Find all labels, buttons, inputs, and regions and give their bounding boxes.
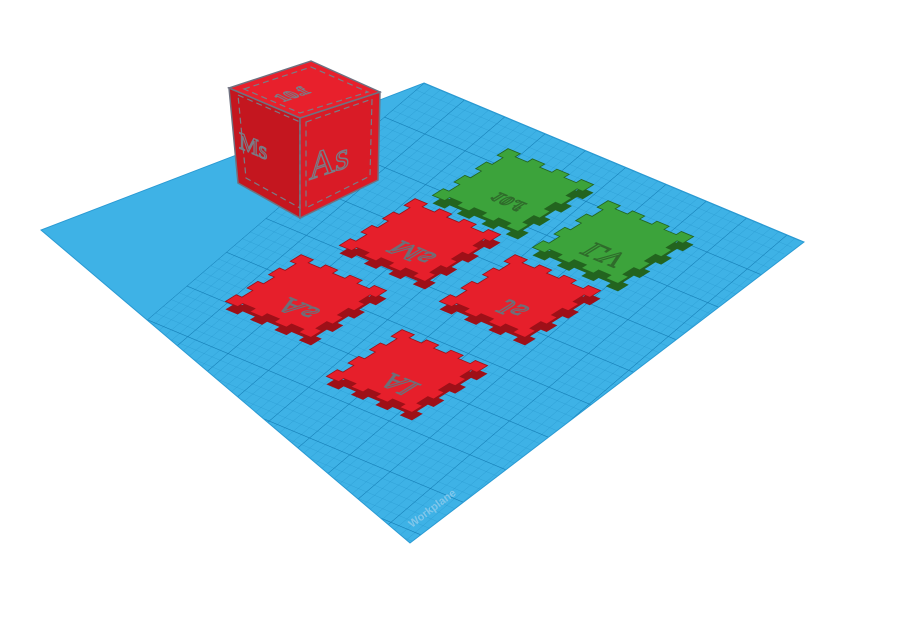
workplane-scene[interactable]: Workplane AsMsAlJs10.fLV 10.f Ms As <box>0 0 900 640</box>
3d-viewport[interactable]: Workplane As Ms Al Js 10.f LV 10.f Ms As <box>0 0 900 640</box>
workplane-grid[interactable]: Workplane <box>40 82 805 556</box>
